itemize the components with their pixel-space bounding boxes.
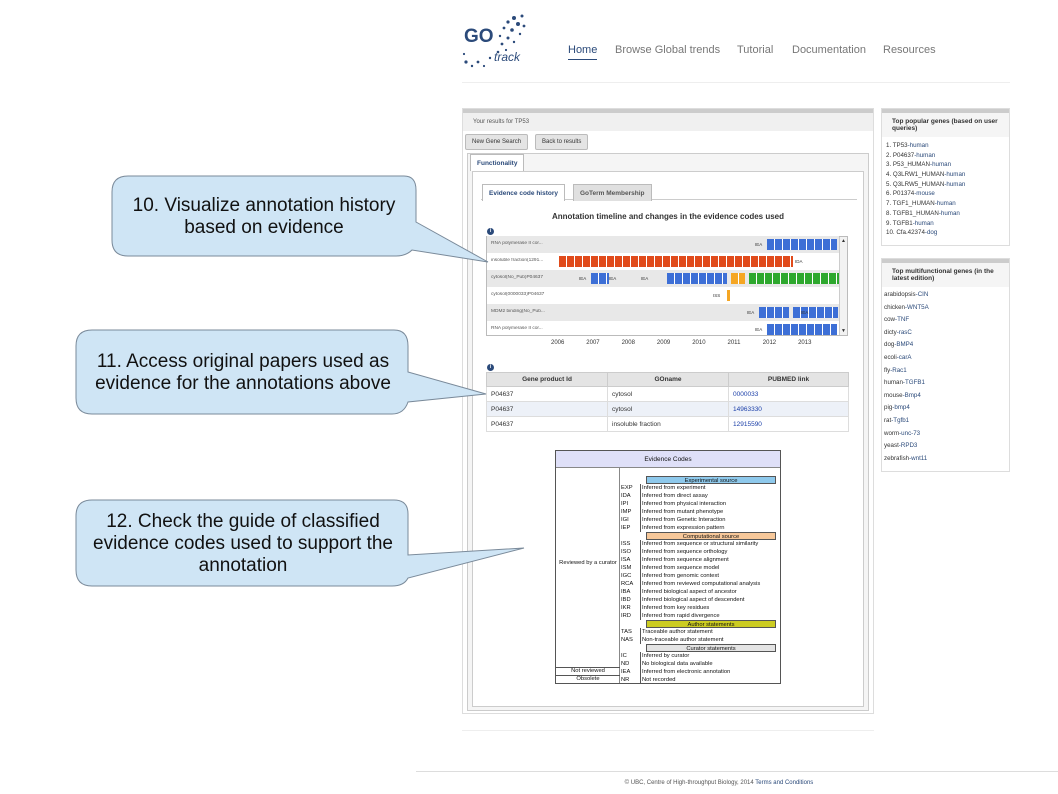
callout-12-text: 12. Check the guide of classified eviden… (93, 511, 393, 576)
callout-10-text: 10. Visualize annotation history based o… (132, 195, 396, 238)
callout-11-text: 11. Access original papers used as evide… (95, 351, 391, 394)
